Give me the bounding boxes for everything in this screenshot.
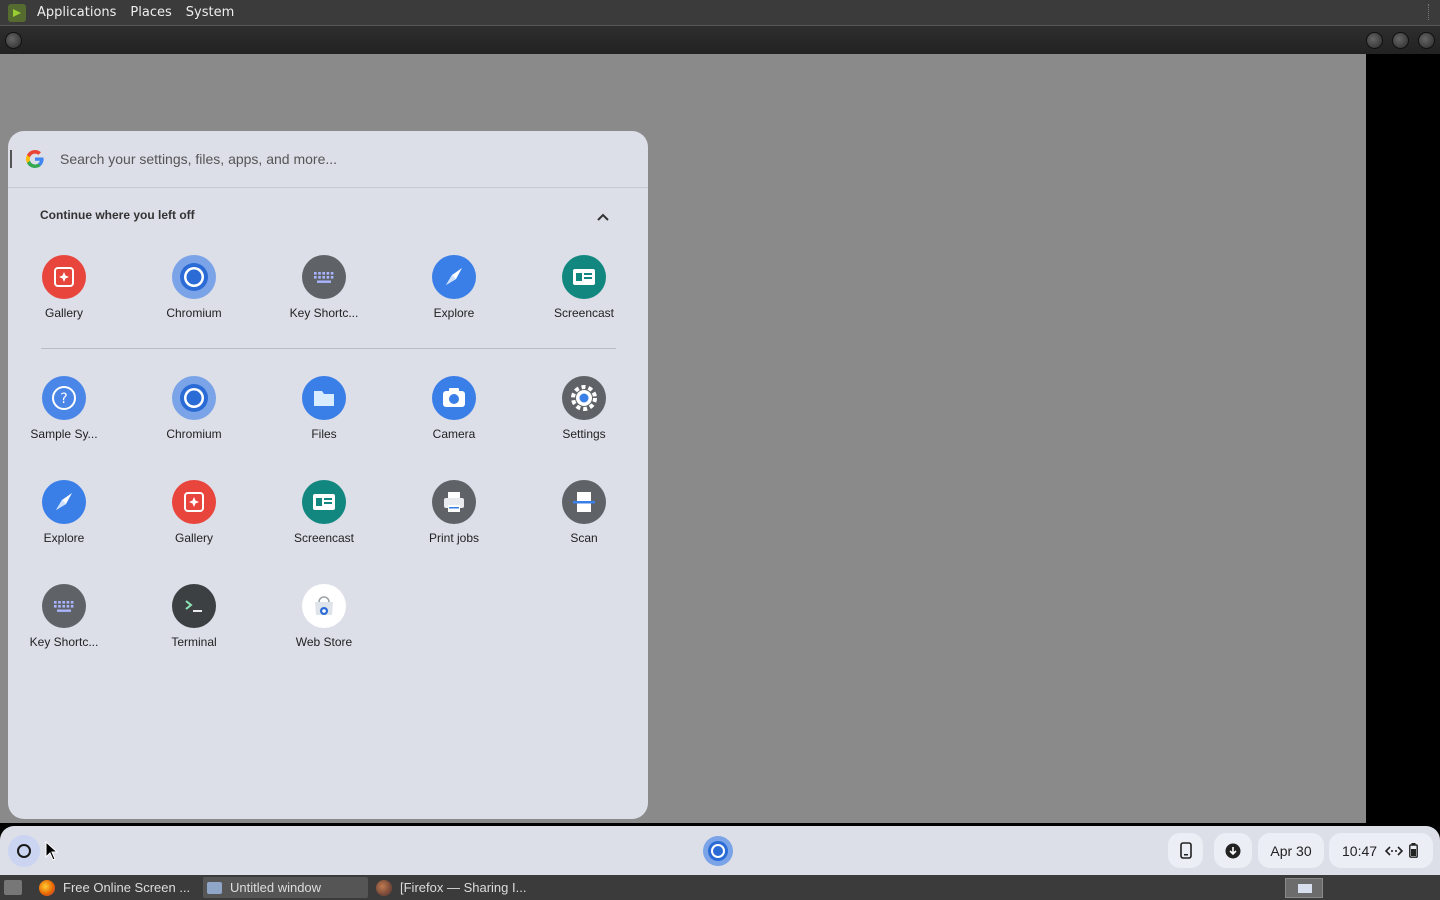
app-tile-webstore[interactable]: Web Store: [269, 584, 379, 664]
camera-icon: [432, 376, 476, 420]
explore-icon: [42, 480, 86, 524]
menu-places[interactable]: Places: [123, 5, 178, 20]
settings-icon: [562, 376, 606, 420]
phone-icon: [1179, 842, 1192, 859]
distro-logo-icon[interactable]: [8, 3, 26, 22]
app-tile-chromium[interactable]: Chromium: [139, 376, 249, 456]
app-label: Screencast: [553, 306, 615, 320]
keyboard-icon: [302, 255, 346, 299]
shelf-chromium-icon[interactable]: [700, 833, 736, 869]
app-label: Terminal: [171, 635, 217, 649]
mouse-pointer-icon: [45, 841, 59, 861]
help-icon: ?: [42, 376, 86, 420]
app-label: Files: [311, 427, 337, 441]
section-divider: [41, 348, 616, 349]
window-titlebar[interactable]: [0, 25, 1440, 54]
app-label: Key Shortc...: [289, 306, 359, 320]
search-bar[interactable]: [8, 131, 648, 188]
workspace-switcher[interactable]: [1285, 878, 1323, 898]
app-tile-gallery[interactable]: Gallery: [9, 255, 119, 335]
app-label: Key Shortc...: [29, 635, 99, 649]
network-icon: [1385, 845, 1404, 856]
app-tile-explore[interactable]: Explore: [399, 255, 509, 335]
clock: 10:47: [1342, 842, 1378, 859]
close-button[interactable]: [1418, 32, 1435, 49]
task-free-online-screen[interactable]: Free Online Screen ...: [35, 877, 197, 898]
app-tile-gallery[interactable]: Gallery: [139, 480, 249, 560]
screencast-icon: [562, 255, 606, 299]
app-label: Sample Sy...: [30, 427, 98, 441]
app-label: Print jobs: [428, 531, 480, 545]
task-firefox-sharing[interactable]: [Firefox — Sharing I...: [372, 877, 542, 898]
app-label: Scan: [570, 531, 598, 545]
app-label: Explore: [433, 306, 475, 320]
menu-system[interactable]: System: [179, 5, 241, 20]
maximize-button[interactable]: [1392, 32, 1409, 49]
app-tile-terminal[interactable]: Terminal: [139, 584, 249, 664]
app-label: Gallery: [44, 306, 83, 320]
app-tile-scan[interactable]: Scan: [529, 480, 639, 560]
app-tile-chromium[interactable]: Chromium: [139, 255, 249, 335]
files-icon: [302, 376, 346, 420]
text-caret: [10, 150, 12, 168]
terminal-icon: [172, 584, 216, 628]
app-label: Chromium: [166, 427, 222, 441]
screencast-icon: [302, 480, 346, 524]
app-tile-files[interactable]: Files: [269, 376, 379, 456]
gallery-icon: [172, 480, 216, 524]
task-label: Free Online Screen ...: [63, 880, 191, 895]
top-panel: Applications Places System: [0, 0, 1440, 25]
status-area[interactable]: 10:47: [1329, 833, 1433, 868]
app-tile-help[interactable]: ? Sample Sy...: [9, 376, 119, 456]
app-tile-screencast[interactable]: Screencast: [269, 480, 379, 560]
minimize-button[interactable]: [1366, 32, 1383, 49]
app-tile-keyboard[interactable]: Key Shortc...: [269, 255, 379, 335]
app-tile-screencast[interactable]: Screencast: [529, 255, 639, 335]
chevron-up-icon[interactable]: [593, 208, 613, 226]
shelf: Apr 30 10:47: [0, 826, 1440, 875]
svg-text:?: ?: [60, 391, 67, 407]
app-tile-explore[interactable]: Explore: [9, 480, 119, 560]
phone-hub-button[interactable]: [1168, 833, 1203, 868]
app-tile-print[interactable]: Print jobs: [399, 480, 509, 560]
download-icon: [1225, 843, 1241, 858]
battery-icon: [1409, 843, 1418, 858]
app-tile-keyboard[interactable]: Key Shortc...: [9, 584, 119, 664]
task-untitled-window[interactable]: Untitled window: [203, 877, 368, 898]
app-tile-camera[interactable]: Camera: [399, 376, 509, 456]
gallery-icon: [42, 255, 86, 299]
window-menu-button[interactable]: [5, 32, 22, 49]
launcher-button[interactable]: [8, 835, 40, 867]
show-desktop-icon[interactable]: [4, 880, 22, 895]
continue-section-title: Continue where you left off: [40, 208, 195, 222]
downloads-button[interactable]: [1214, 833, 1252, 868]
firefox-icon: [39, 879, 55, 896]
print-icon: [432, 480, 476, 524]
google-icon: [26, 150, 44, 168]
chromium-icon: [172, 255, 216, 299]
date-display[interactable]: Apr 30: [1258, 833, 1324, 868]
app-launcher: Continue where you left off Gallery Chrom…: [8, 131, 648, 819]
task-label: [Firefox — Sharing I...: [400, 880, 527, 895]
panel-handle: [1428, 4, 1434, 20]
keyboard-icon: [42, 584, 86, 628]
app-label: Chromium: [166, 306, 222, 320]
app-label: Gallery: [174, 531, 213, 545]
app-tile-settings[interactable]: Settings: [529, 376, 639, 456]
search-input[interactable]: [60, 148, 620, 170]
taskbar: Free Online Screen ... Untitled window […: [0, 875, 1440, 900]
app-label: Explore: [43, 531, 85, 545]
app-label: Web Store: [295, 635, 353, 649]
webstore-icon: [302, 584, 346, 628]
app-label: Camera: [432, 427, 476, 441]
task-label: Untitled window: [230, 880, 322, 895]
app-label: Screencast: [293, 531, 355, 545]
firefox-icon: [376, 879, 392, 896]
menu-applications[interactable]: Applications: [30, 5, 123, 20]
explore-icon: [432, 255, 476, 299]
scan-icon: [562, 480, 606, 524]
chromium-icon: [172, 376, 216, 420]
window-icon: [207, 881, 222, 894]
app-label: Settings: [562, 427, 606, 441]
